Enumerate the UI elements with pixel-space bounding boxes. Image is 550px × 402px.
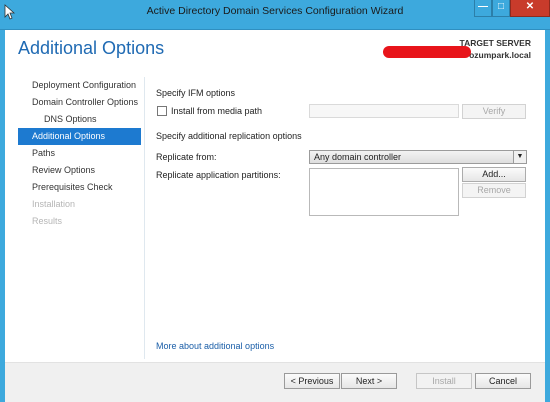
replicate-partitions-label: Replicate application partitions: bbox=[156, 170, 281, 180]
wizard-nav: Deployment Configuration Domain Controll… bbox=[18, 77, 141, 230]
close-button[interactable]: ✕ bbox=[510, 0, 550, 17]
nav-item-review-options[interactable]: Review Options bbox=[18, 162, 141, 179]
install-from-media-checkbox[interactable] bbox=[157, 106, 167, 116]
replicate-from-value: Any domain controller bbox=[314, 152, 402, 162]
media-path-input[interactable] bbox=[309, 104, 459, 118]
nav-item-prerequisites-check[interactable]: Prerequisites Check bbox=[18, 179, 141, 196]
page-title: Additional Options bbox=[18, 38, 165, 58]
application-partitions-list[interactable] bbox=[309, 168, 459, 216]
redaction-mark bbox=[383, 46, 471, 58]
target-server-label: TARGET SERVER bbox=[459, 38, 531, 48]
replication-heading: Specify additional replication options bbox=[156, 131, 302, 141]
target-server-name: ozumpark.local bbox=[469, 50, 531, 60]
maximize-button[interactable]: □ bbox=[492, 0, 510, 17]
remove-partition-button[interactable]: Remove bbox=[462, 183, 526, 198]
more-about-additional-options-link[interactable]: More about additional options bbox=[156, 341, 274, 351]
maximize-icon: □ bbox=[497, 1, 505, 12]
ifm-heading: Specify IFM options bbox=[156, 88, 236, 98]
nav-item-results: Results bbox=[32, 216, 63, 226]
verify-button[interactable]: Verify bbox=[462, 104, 526, 119]
replicate-from-dropdown[interactable]: Any domain controller ▼ bbox=[309, 150, 527, 164]
window-frame-right bbox=[545, 30, 550, 402]
nav-item-installation: Installation bbox=[32, 199, 76, 209]
nav-item-paths[interactable]: Paths bbox=[18, 145, 141, 162]
install-from-media-label[interactable]: Install from media path bbox=[171, 106, 262, 116]
minimize-button[interactable]: — bbox=[474, 0, 492, 17]
nav-divider bbox=[144, 77, 145, 359]
title-bar[interactable]: Active Directory Domain Services Configu… bbox=[0, 0, 550, 30]
window-title: Active Directory Domain Services Configu… bbox=[146, 5, 404, 17]
previous-button[interactable]: < Previous bbox=[284, 373, 340, 389]
window-frame-left bbox=[0, 30, 5, 402]
nav-item-domain-controller-options[interactable]: Domain Controller Options bbox=[18, 94, 141, 111]
install-button[interactable]: Install bbox=[416, 373, 472, 389]
nav-item-deployment-configuration[interactable]: Deployment Configuration bbox=[18, 77, 141, 94]
replicate-from-label: Replicate from: bbox=[156, 152, 217, 162]
nav-item-additional-options[interactable]: Additional Options bbox=[18, 128, 141, 145]
minimize-icon: — bbox=[478, 1, 488, 12]
close-icon: ✕ bbox=[525, 1, 535, 12]
chevron-down-icon[interactable]: ▼ bbox=[513, 151, 526, 163]
nav-item-dns-options[interactable]: DNS Options bbox=[18, 111, 141, 128]
cancel-button[interactable]: Cancel bbox=[475, 373, 531, 389]
next-button[interactable]: Next > bbox=[341, 373, 397, 389]
add-partition-button[interactable]: Add... bbox=[462, 167, 526, 182]
